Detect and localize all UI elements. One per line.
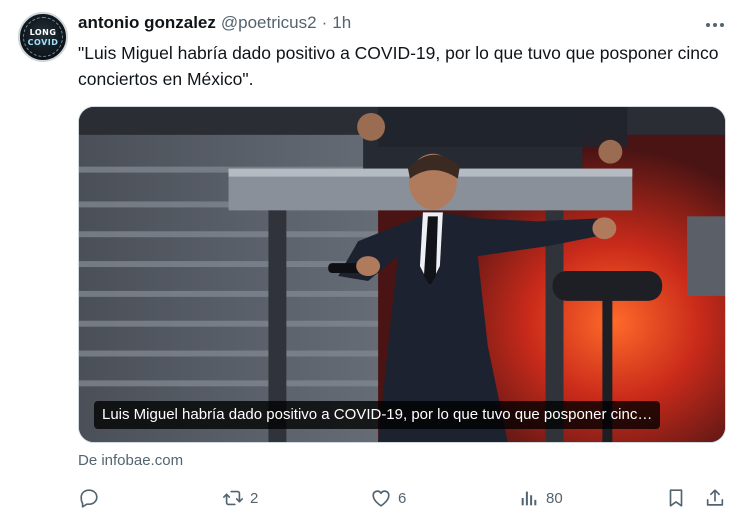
tweet-header: antonio gonzalez @poetricus2 · 1h — [78, 13, 351, 37]
views-button[interactable]: 80 — [518, 484, 563, 512]
header-separator: · — [321, 13, 328, 32]
tweet-timestamp[interactable]: 1h — [332, 13, 351, 33]
retweet-button[interactable]: 2 — [222, 484, 258, 512]
link-source[interactable]: De infobae.com — [78, 452, 183, 469]
tweet-actions: 2 6 80 — [78, 484, 730, 512]
more-icon — [706, 23, 710, 27]
tweet[interactable]: LONG COVID antonio gonzalez @poetricus2 … — [0, 0, 750, 522]
more-icon-dot — [713, 23, 717, 27]
avatar-ring — [23, 17, 63, 57]
avatar-text-line1: LONG — [29, 28, 57, 37]
views-icon — [521, 491, 537, 506]
reply-button[interactable] — [78, 484, 100, 512]
heart-icon — [372, 490, 390, 507]
link-card-media[interactable]: Luis Miguel habría dado positivo a COVID… — [78, 106, 726, 443]
reply-icon — [80, 489, 98, 508]
more-options-button[interactable] — [700, 10, 730, 40]
retweet-count: 2 — [250, 489, 259, 507]
share-button[interactable] — [704, 484, 726, 512]
bookmark-button[interactable] — [665, 484, 687, 512]
author-handle[interactable]: @poetricus2 — [221, 13, 317, 33]
avatar[interactable]: LONG COVID — [18, 12, 68, 62]
share-icon — [706, 489, 724, 506]
media-caption: Luis Miguel habría dado positivo a COVID… — [94, 401, 661, 429]
author-name[interactable]: antonio gonzalez — [78, 13, 216, 33]
more-icon-dot — [720, 23, 724, 27]
retweet-icon — [223, 490, 243, 506]
like-count: 6 — [398, 489, 407, 507]
avatar-text-line2: COVID — [27, 38, 59, 47]
views-count: 80 — [546, 489, 563, 507]
tweet-text: "Luis Miguel habría dado positivo a COVI… — [78, 43, 719, 89]
bookmark-icon — [669, 489, 683, 507]
concert-photo — [79, 107, 725, 442]
like-button[interactable]: 6 — [370, 484, 406, 512]
